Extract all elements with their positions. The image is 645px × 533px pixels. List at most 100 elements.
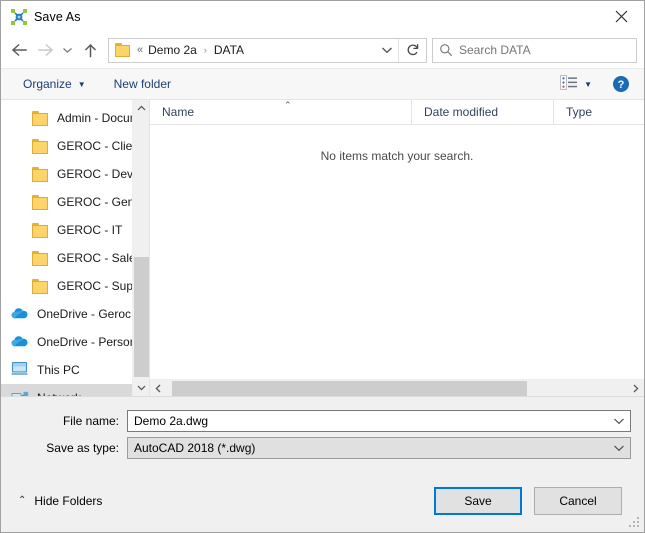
column-header-name[interactable]: Name ⌃ xyxy=(150,100,412,124)
save-button[interactable]: Save xyxy=(434,487,522,515)
navpane-scroll-thumb[interactable] xyxy=(133,257,149,377)
file-name-label: File name: xyxy=(62,414,119,428)
column-label: Name xyxy=(162,105,195,119)
new-folder-label: New folder xyxy=(113,77,171,91)
address-dropdown-chevron-down-icon[interactable] xyxy=(376,39,398,62)
chevron-down-icon: ▼ xyxy=(77,79,86,89)
button-group: Save Cancel xyxy=(434,487,631,515)
refresh-icon[interactable] xyxy=(399,39,426,62)
folder-icon xyxy=(32,166,49,182)
navpane-item-5[interactable]: GEROC - Sales xyxy=(1,244,149,272)
navpane-item-0[interactable]: Admin - Docum xyxy=(1,104,149,132)
navigation-bar: « Demo 2a › DATA Search DATA xyxy=(1,32,644,68)
chevron-up-icon: ⌃ xyxy=(18,495,27,506)
dialog-footer: File name: Demo 2a.dwg Save as type: Aut… xyxy=(1,396,644,532)
save-as-type-label: Save as type: xyxy=(46,441,119,455)
search-icon xyxy=(433,43,459,57)
navpane-item-1[interactable]: GEROC - Clients xyxy=(1,132,149,160)
navpane-item-8[interactable]: OneDrive - Person xyxy=(1,328,149,356)
view-layout-icon xyxy=(560,75,578,93)
toolbar-right-group: ▼ ? xyxy=(557,72,635,96)
breadcrumb-overflow[interactable]: « xyxy=(137,44,143,56)
organize-button[interactable]: Organize ▼ xyxy=(18,72,91,96)
navpane-scroll-track[interactable] xyxy=(133,117,150,379)
resize-grip[interactable] xyxy=(629,517,641,529)
folder-icon xyxy=(115,43,132,57)
scroll-left-chevron-left-icon[interactable] xyxy=(150,380,167,397)
navpane-item-7[interactable]: OneDrive - Geroc xyxy=(1,300,149,328)
navpane-item-label: Network xyxy=(37,391,81,396)
arrow-left-icon[interactable] xyxy=(6,36,32,64)
search-box[interactable]: Search DATA xyxy=(432,37,637,63)
save-as-type-row: Save as type: AutoCAD 2018 (*.dwg) xyxy=(14,437,631,459)
breadcrumb-item-1[interactable]: DATA xyxy=(212,43,246,57)
window-title: Save As xyxy=(34,9,81,24)
navigation-pane: Admin - Docum GEROC - Clients GEROC - Deve… xyxy=(1,100,149,396)
title-bar: Save As xyxy=(1,1,644,32)
empty-list-message: No items match your search. xyxy=(320,149,474,163)
onedrive-cloud-icon xyxy=(11,306,29,323)
recent-locations-chevron-down-icon[interactable] xyxy=(58,36,77,64)
navpane-item-4[interactable]: GEROC - IT xyxy=(1,216,149,244)
navpane-item-10[interactable]: Network xyxy=(1,384,149,396)
onedrive-cloud-icon xyxy=(11,334,29,351)
svg-text:?: ? xyxy=(618,79,625,91)
save-as-type-select[interactable]: AutoCAD 2018 (*.dwg) xyxy=(127,437,631,459)
help-icon[interactable]: ? xyxy=(607,72,635,96)
column-label: Date modified xyxy=(424,105,499,119)
save-as-dialog: Save As « Demo 2a › DATA Search DATA Org… xyxy=(0,0,645,533)
hide-folders-label: Hide Folders xyxy=(34,494,103,508)
navpane-item-label: GEROC - IT xyxy=(57,223,123,237)
filelist-scroll-thumb[interactable] xyxy=(172,381,527,396)
file-name-value[interactable]: Demo 2a.dwg xyxy=(128,414,608,428)
column-header-date-modified[interactable]: Date modified xyxy=(412,100,554,124)
navpane-item-6[interactable]: GEROC - Suppor xyxy=(1,272,149,300)
save-as-type-chevron-down-icon[interactable] xyxy=(608,444,630,452)
navpane-item-label: OneDrive - Geroc xyxy=(37,307,132,321)
breadcrumb-item-0[interactable]: Demo 2a xyxy=(146,43,199,57)
filelist-horizontal-scrollbar[interactable] xyxy=(150,379,644,396)
close-icon[interactable] xyxy=(599,1,644,32)
file-name-row: File name: Demo 2a.dwg xyxy=(14,410,631,432)
sort-ascending-icon: ⌃ xyxy=(284,100,292,110)
navigation-tree: Admin - Docum GEROC - Clients GEROC - Deve… xyxy=(1,100,149,396)
folder-icon xyxy=(32,110,49,126)
new-folder-button[interactable]: New folder xyxy=(109,72,176,96)
this-pc-icon xyxy=(11,361,29,379)
navpane-item-label: Admin - Docum xyxy=(57,111,140,125)
file-list-pane: Name ⌃ Date modified Type No items match… xyxy=(150,100,644,396)
navpane-item-2[interactable]: GEROC - Develo xyxy=(1,160,149,188)
navpane-item-9[interactable]: This PC xyxy=(1,356,149,384)
folder-icon xyxy=(32,194,49,210)
view-options-button[interactable]: ▼ xyxy=(557,72,595,96)
arrow-up-icon[interactable] xyxy=(77,36,103,64)
file-name-input[interactable]: Demo 2a.dwg xyxy=(127,410,631,432)
column-header-type[interactable]: Type xyxy=(554,100,644,124)
navpane-item-3[interactable]: GEROC - Genera xyxy=(1,188,149,216)
navpane-item-label: OneDrive - Person xyxy=(37,335,137,349)
navpane-item-label: This PC xyxy=(37,363,80,377)
save-as-type-value: AutoCAD 2018 (*.dwg) xyxy=(134,441,256,455)
file-name-chevron-down-icon[interactable] xyxy=(608,417,630,425)
navpane-vertical-scrollbar[interactable] xyxy=(132,100,149,396)
autocad-icon xyxy=(10,8,28,26)
scroll-up-chevron-up-icon[interactable] xyxy=(133,100,150,117)
folder-icon xyxy=(32,222,49,238)
filelist-scroll-track[interactable] xyxy=(167,380,627,396)
hide-folders-toggle[interactable]: ⌃ Hide Folders xyxy=(14,494,102,508)
network-icon xyxy=(11,389,29,396)
address-bar[interactable]: « Demo 2a › DATA xyxy=(108,37,427,63)
column-header-row: Name ⌃ Date modified Type xyxy=(150,100,644,125)
search-input[interactable]: Search DATA xyxy=(459,43,531,57)
navpane-item-label: GEROC - Sales xyxy=(57,251,142,265)
scroll-right-chevron-right-icon[interactable] xyxy=(627,380,644,397)
breadcrumb-separator-icon[interactable]: › xyxy=(199,45,212,55)
cancel-button[interactable]: Cancel xyxy=(534,487,622,515)
command-toolbar: Organize ▼ New folder ▼ ? xyxy=(1,68,644,99)
folder-icon xyxy=(32,278,49,294)
folder-icon xyxy=(32,138,49,154)
dialog-body: Admin - Docum GEROC - Clients GEROC - Deve… xyxy=(1,99,644,396)
scroll-down-chevron-down-icon[interactable] xyxy=(133,379,150,396)
folder-icon xyxy=(32,250,49,266)
arrow-right-icon xyxy=(32,36,58,64)
